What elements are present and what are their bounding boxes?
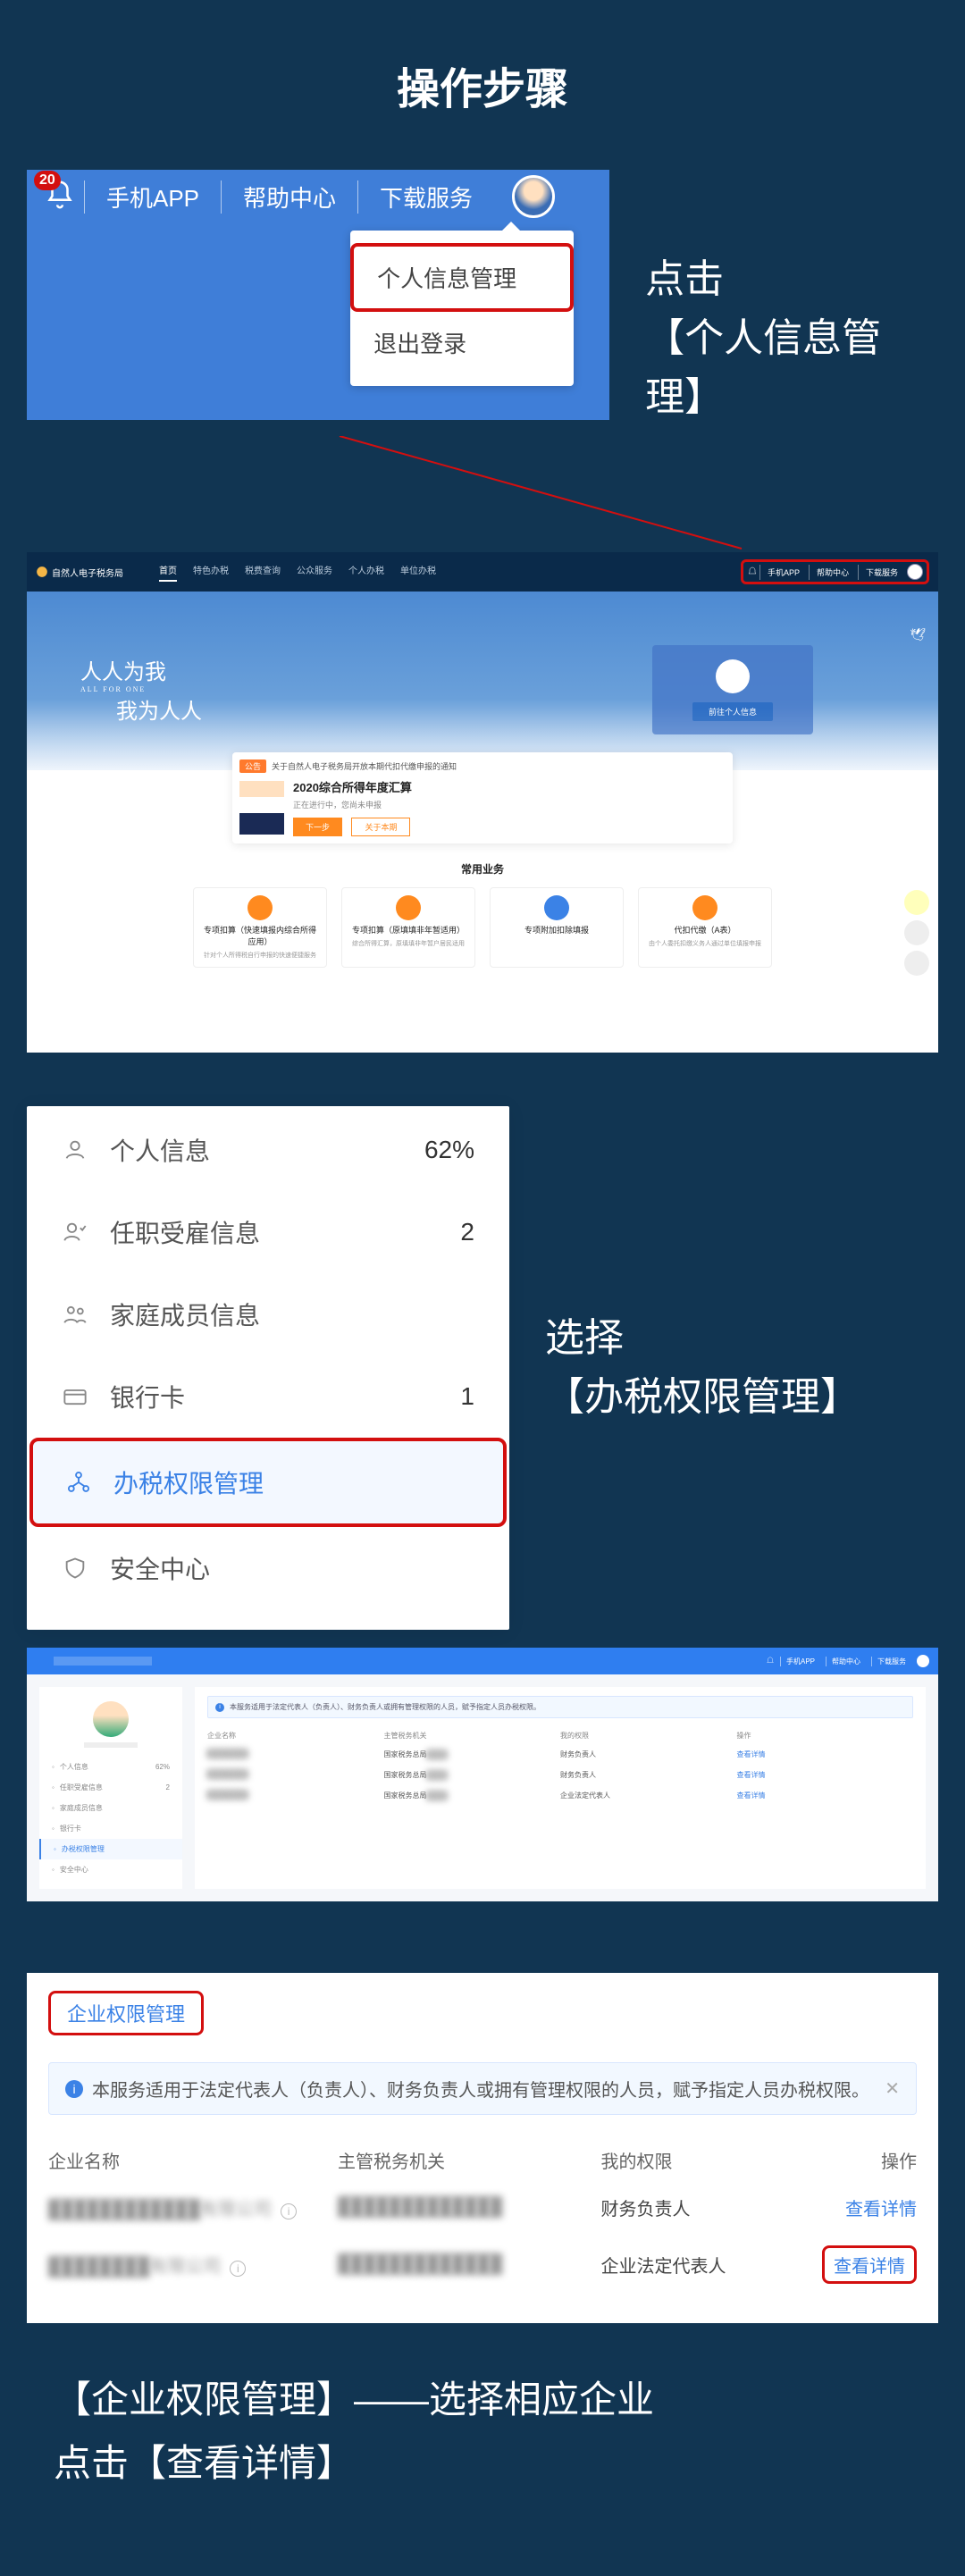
permission-mgmt-screenshot: 手机APP 帮助中心 下载服务 ◦个人信息62% ◦任职受雇信息2 ◦家庭成员信… (27, 1648, 938, 1901)
sidebar-screenshot: 个人信息62% 任职受雇信息2 家庭成员信息 银行卡1 办税权限管理 安全中心 (27, 1106, 509, 1630)
notification-badge: 20 (34, 171, 61, 190)
step1-instruction: 点击 【个人信息管理】 (645, 250, 938, 427)
table-row: ████████国家税务总局████财务负责人查看详情 (207, 1765, 913, 1785)
notice-card: 公告 关于自然人电子税务局开放本期代扣代缴申报的通知 2020综合所得年度汇算 … (232, 752, 733, 843)
employment-icon (62, 1219, 88, 1246)
info-alert: i 本服务适用于法定代表人（负责人）、财务负责人或拥有管理权限的人员，赋予指定人… (48, 2062, 917, 2115)
nav-tab[interactable]: 首页 (159, 563, 177, 582)
info-icon: i (65, 2080, 83, 2098)
page-title: 操作步骤 (0, 0, 965, 152)
info-icon[interactable]: i (230, 2261, 246, 2277)
bell-icon (766, 1657, 775, 1666)
avatar (716, 659, 750, 693)
card-icon (62, 1383, 88, 1410)
float-help-icon[interactable] (904, 920, 929, 945)
step2-instruction: 选择 【办税权限管理】 (545, 1309, 860, 1427)
float-buttons (904, 890, 931, 981)
bell-icon (747, 566, 758, 577)
nav-download[interactable]: 下载服务 (357, 180, 494, 214)
shield-icon (62, 1555, 88, 1582)
user-dropdown: 个人信息管理 退出登录 (350, 231, 574, 386)
view-detail-link[interactable]: 查看详情 (845, 2200, 917, 2219)
close-icon[interactable]: ✕ (885, 2077, 900, 2100)
main-nav: 首页 特色办税 税费查询 公众服务 个人办税 单位办税 (159, 563, 436, 582)
avatar[interactable] (512, 175, 555, 218)
view-detail-link[interactable]: 查看详情 (822, 2245, 917, 2284)
sidebar-item[interactable]: ◦家庭成员信息 (39, 1798, 182, 1818)
nav-help-center[interactable]: 帮助中心 (826, 1657, 866, 1666)
view-detail-link[interactable]: 查看详情 (737, 1791, 914, 1800)
annual-settlement-sub: 正在进行中，您尚未申报 (293, 799, 412, 810)
sidebar-item[interactable]: ◦安全中心 (39, 1859, 182, 1880)
table-row: ████████国家税务总局████企业法定代表人查看详情 (207, 1785, 913, 1806)
sidebar-item-employment[interactable]: 任职受雇信息2 (29, 1191, 507, 1273)
float-top-icon[interactable] (904, 951, 929, 976)
info-icon[interactable]: i (281, 2203, 297, 2219)
bird-icon: 🕊 (910, 627, 926, 642)
menu-logout[interactable]: 退出登录 (350, 312, 574, 373)
sidebar-item[interactable]: ◦个人信息62% (39, 1757, 182, 1777)
nav-mobile-app[interactable]: 手机APP (759, 565, 807, 580)
step3-instruction: 【企业权限管理】——选择相应企业 点击【查看详情】 (0, 2323, 965, 2576)
nav-download[interactable]: 下载服务 (871, 1657, 911, 1666)
info-alert: i 本服务适用于法定代表人（负责人）、财务负责人或拥有管理权限的人员，赋予指定人… (207, 1696, 913, 1718)
topnav-screenshot: 20 手机APP 帮助中心 下载服务 个人信息管理 退出登录 (27, 170, 609, 420)
enterprise-permission-panel: 企业权限管理 i 本服务适用于法定代表人（负责人）、财务负责人或拥有管理权限的人… (27, 1973, 938, 2323)
service-card[interactable]: 专项附加扣除填报 (490, 887, 624, 968)
bell-icon[interactable]: 20 (45, 180, 75, 214)
notice-tag: 公告 (239, 759, 266, 773)
family-icon (62, 1301, 88, 1328)
nav-help-center[interactable]: 帮助中心 (221, 180, 357, 214)
enterprise-permission-title: 企业权限管理 (48, 1991, 204, 2035)
nav-tab[interactable]: 个人办税 (348, 563, 384, 582)
sidebar-item-family[interactable]: 家庭成员信息 (29, 1273, 507, 1355)
view-detail-link[interactable]: 查看详情 (737, 1770, 914, 1780)
annual-settlement-title: 2020综合所得年度汇算 (293, 778, 412, 795)
table-row: ████████有限公司i █████████████ 企业法定代表人 查看详情 (48, 2233, 917, 2296)
info-icon: i (215, 1703, 224, 1712)
person-illustration (239, 781, 284, 835)
avatar (93, 1701, 129, 1737)
org-icon (65, 1469, 92, 1496)
mgmt-sidebar: ◦个人信息62% ◦任职受雇信息2 ◦家庭成员信息 ◦银行卡 ◦办税权限管理 ◦… (39, 1687, 182, 1889)
sidebar-item-bank-card[interactable]: 银行卡1 (29, 1355, 507, 1438)
avatar[interactable] (907, 564, 923, 580)
table-row: ████████国家税务总局████财务负责人查看详情 (207, 1744, 913, 1765)
sidebar-item[interactable]: ◦银行卡 (39, 1818, 182, 1839)
nav-tab[interactable]: 单位办税 (400, 563, 436, 582)
service-card[interactable]: 专项扣算（快速填报内综合所得应用）针对个人所得税自行申报的快速便捷服务 (193, 887, 327, 968)
nav-tab[interactable]: 公众服务 (297, 563, 332, 582)
service-card[interactable]: 代扣代缴（A表）由个人委托扣缴义务人通过单位填报申报 (638, 887, 772, 968)
sidebar-item[interactable]: ◦任职受雇信息2 (39, 1777, 182, 1798)
sidebar-item-tax-permission[interactable]: ◦办税权限管理 (39, 1839, 182, 1859)
fullsite-screenshot: 自然人电子税务局 首页 特色办税 税费查询 公众服务 个人办税 单位办税 手机A… (27, 552, 938, 1053)
nav-mobile-app[interactable]: 手机APP (780, 1657, 820, 1666)
connector-line (0, 436, 965, 552)
sidebar-item-tax-permission[interactable]: 办税权限管理 (29, 1438, 507, 1527)
sidebar-item-personal-info[interactable]: 个人信息62% (29, 1109, 507, 1191)
menu-profile-management[interactable]: 个人信息管理 (350, 243, 574, 312)
notice-text: 关于自然人电子税务局开放本期代扣代缴申报的通知 (272, 760, 457, 772)
sidebar-item-security[interactable]: 安全中心 (29, 1527, 507, 1609)
table-header: 企业名称 主管税务机关 我的权限 操作 (48, 2138, 917, 2182)
nav-download[interactable]: 下载服务 (858, 565, 905, 580)
nav-help-center[interactable]: 帮助中心 (809, 565, 856, 580)
site-logo: 自然人电子税务局 (36, 566, 123, 579)
view-detail-link[interactable]: 查看详情 (737, 1749, 914, 1759)
float-chat-icon[interactable] (904, 890, 929, 915)
table-row: ████████████有限公司i █████████████ 财务负责人 查看… (48, 2182, 917, 2233)
service-card[interactable]: 专项扣算（原填填非年暂适用）综合所得汇算，原填填非年暂户居民适用 (341, 887, 475, 968)
next-button[interactable]: 下一步 (293, 818, 342, 836)
common-services-title: 常用业务 (27, 861, 938, 877)
user-icon (62, 1137, 88, 1163)
avatar[interactable] (917, 1655, 929, 1667)
nav-tab[interactable]: 特色办税 (193, 563, 229, 582)
about-button[interactable]: 关于本期 (351, 818, 410, 836)
nav-mobile-app[interactable]: 手机APP (84, 180, 221, 214)
nav-tab[interactable]: 税费查询 (245, 563, 281, 582)
